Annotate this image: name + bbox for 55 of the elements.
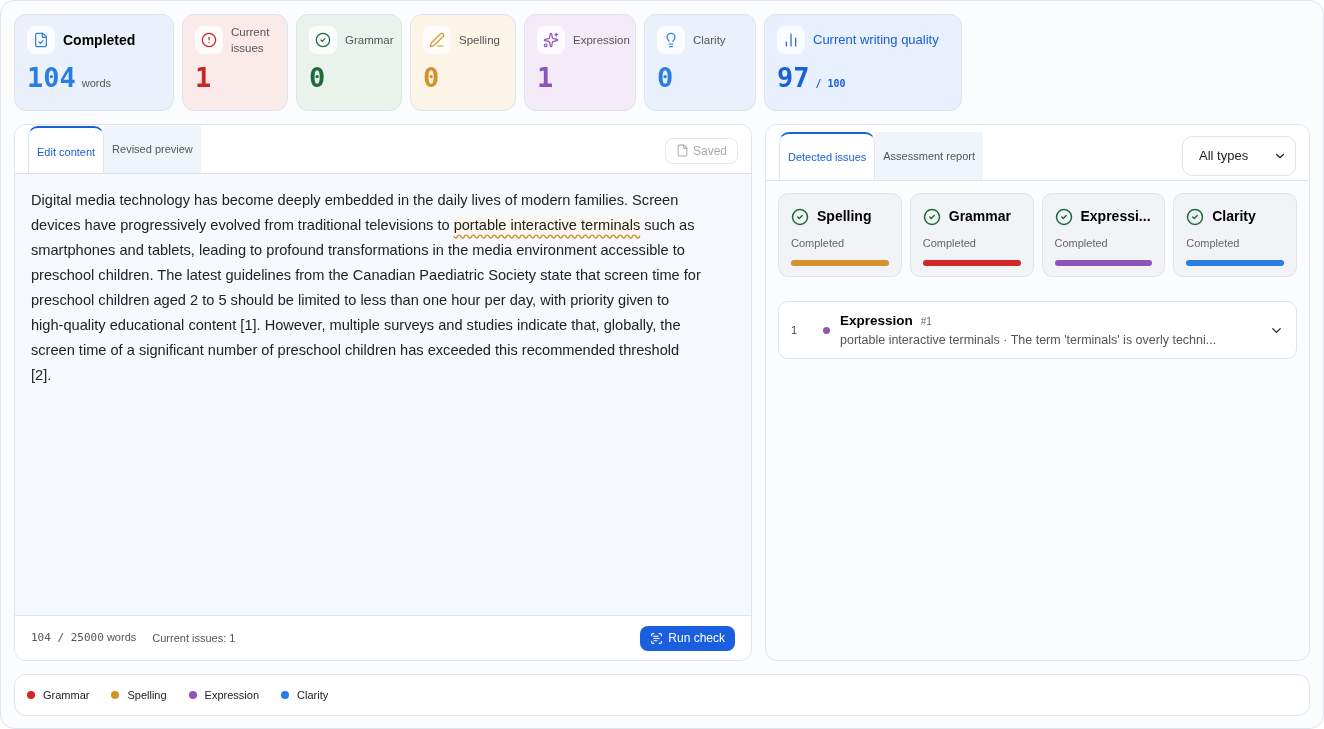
- check-status: Completed: [1186, 236, 1241, 251]
- stat-value: 1: [537, 61, 554, 95]
- stat-label: Grammar: [345, 33, 394, 48]
- stat-unit: words: [81, 76, 112, 91]
- check-circle-icon: [922, 207, 941, 226]
- check-circle-icon: [315, 32, 331, 48]
- scan-icon: [650, 631, 664, 645]
- check-circle-icon: [1186, 207, 1205, 226]
- stat-label: Expression: [573, 33, 630, 48]
- lightbulb-icon: [663, 32, 679, 48]
- stat-value: 0: [309, 61, 326, 95]
- check-name: Expressi...: [1080, 207, 1151, 226]
- check-status: Completed: [1054, 236, 1109, 251]
- stat-label: Current writing quality: [813, 31, 939, 50]
- check-circle-icon: [791, 207, 809, 226]
- issue-item[interactable]: 1 Expression #1 portable interactive terminals · The term 'terminals' is overly techni...: [778, 301, 1297, 359]
- stat-label: Clarity: [693, 33, 726, 48]
- sparkles-icon: [543, 32, 559, 48]
- stat-value: 0: [423, 61, 440, 95]
- run-check-button[interactable]: Run check: [640, 625, 735, 651]
- legend-label: Expression: [204, 687, 259, 703]
- check-name: Clarity: [1212, 207, 1256, 226]
- issue-summary: portable interactive terminals · The term 'terminals' is overly techni...: [840, 331, 1218, 349]
- stat-label: Completed: [63, 30, 136, 50]
- check-status: Completed: [922, 236, 977, 251]
- stat-label: Current issues: [231, 25, 271, 56]
- tab[interactable]: Revised preview: [104, 126, 201, 173]
- check-name: Grammar: [948, 207, 1011, 226]
- issue-type: Expression: [840, 311, 913, 330]
- legend-label: Spelling: [127, 687, 167, 703]
- legend-label: Grammar: [43, 687, 90, 703]
- editor-text: Digital media technology has become deeply embedded in the daily lives of modern families. Screen devices have progressively evolved from traditional televisions to portable interactive terminals such as smartphones and tablets, leading to profound transformations in the media environment accessible to preschool children. The latest guidelines from the Canadian Paediatric Society state that screen time for preschool children aged 2 to 5 should be limited to less than one hour per day, with priority given to high-quality educational content [1]. However, multiple surveys and studies indicate that, globally, the screen time of a significant number of preschool children has exceeded this recommended threshold [2].: [31, 191, 702, 385]
- document-icon: [675, 144, 689, 157]
- type-filter-dropdown[interactable]: All types: [1182, 135, 1296, 176]
- stat-value: 1: [195, 61, 212, 95]
- issue-index: 1: [791, 322, 799, 338]
- stat-unit: / 100: [815, 77, 846, 91]
- stat-label: Spelling: [459, 33, 500, 48]
- alert-icon: [201, 32, 217, 48]
- word-count: 104 / 25000 words: [31, 630, 137, 647]
- legend-label: Clarity: [297, 687, 329, 703]
- document-check-icon: [33, 32, 49, 48]
- issue-number: #1: [920, 314, 932, 329]
- bar-chart-icon: [783, 32, 799, 48]
- tab[interactable]: Edit content: [28, 126, 105, 173]
- tab[interactable]: Detected issues: [779, 132, 876, 180]
- check-name: Spelling: [817, 207, 872, 226]
- check-status: Completed: [791, 236, 846, 251]
- check-circle-icon: [1054, 207, 1073, 226]
- stat-value: 97: [777, 61, 810, 95]
- stat-value: 0: [657, 61, 674, 95]
- pen-icon: [429, 32, 445, 48]
- stat-value: 104: [27, 61, 76, 95]
- tab[interactable]: Assessment report: [875, 132, 983, 180]
- issue-count: Current issues: 1: [152, 630, 236, 646]
